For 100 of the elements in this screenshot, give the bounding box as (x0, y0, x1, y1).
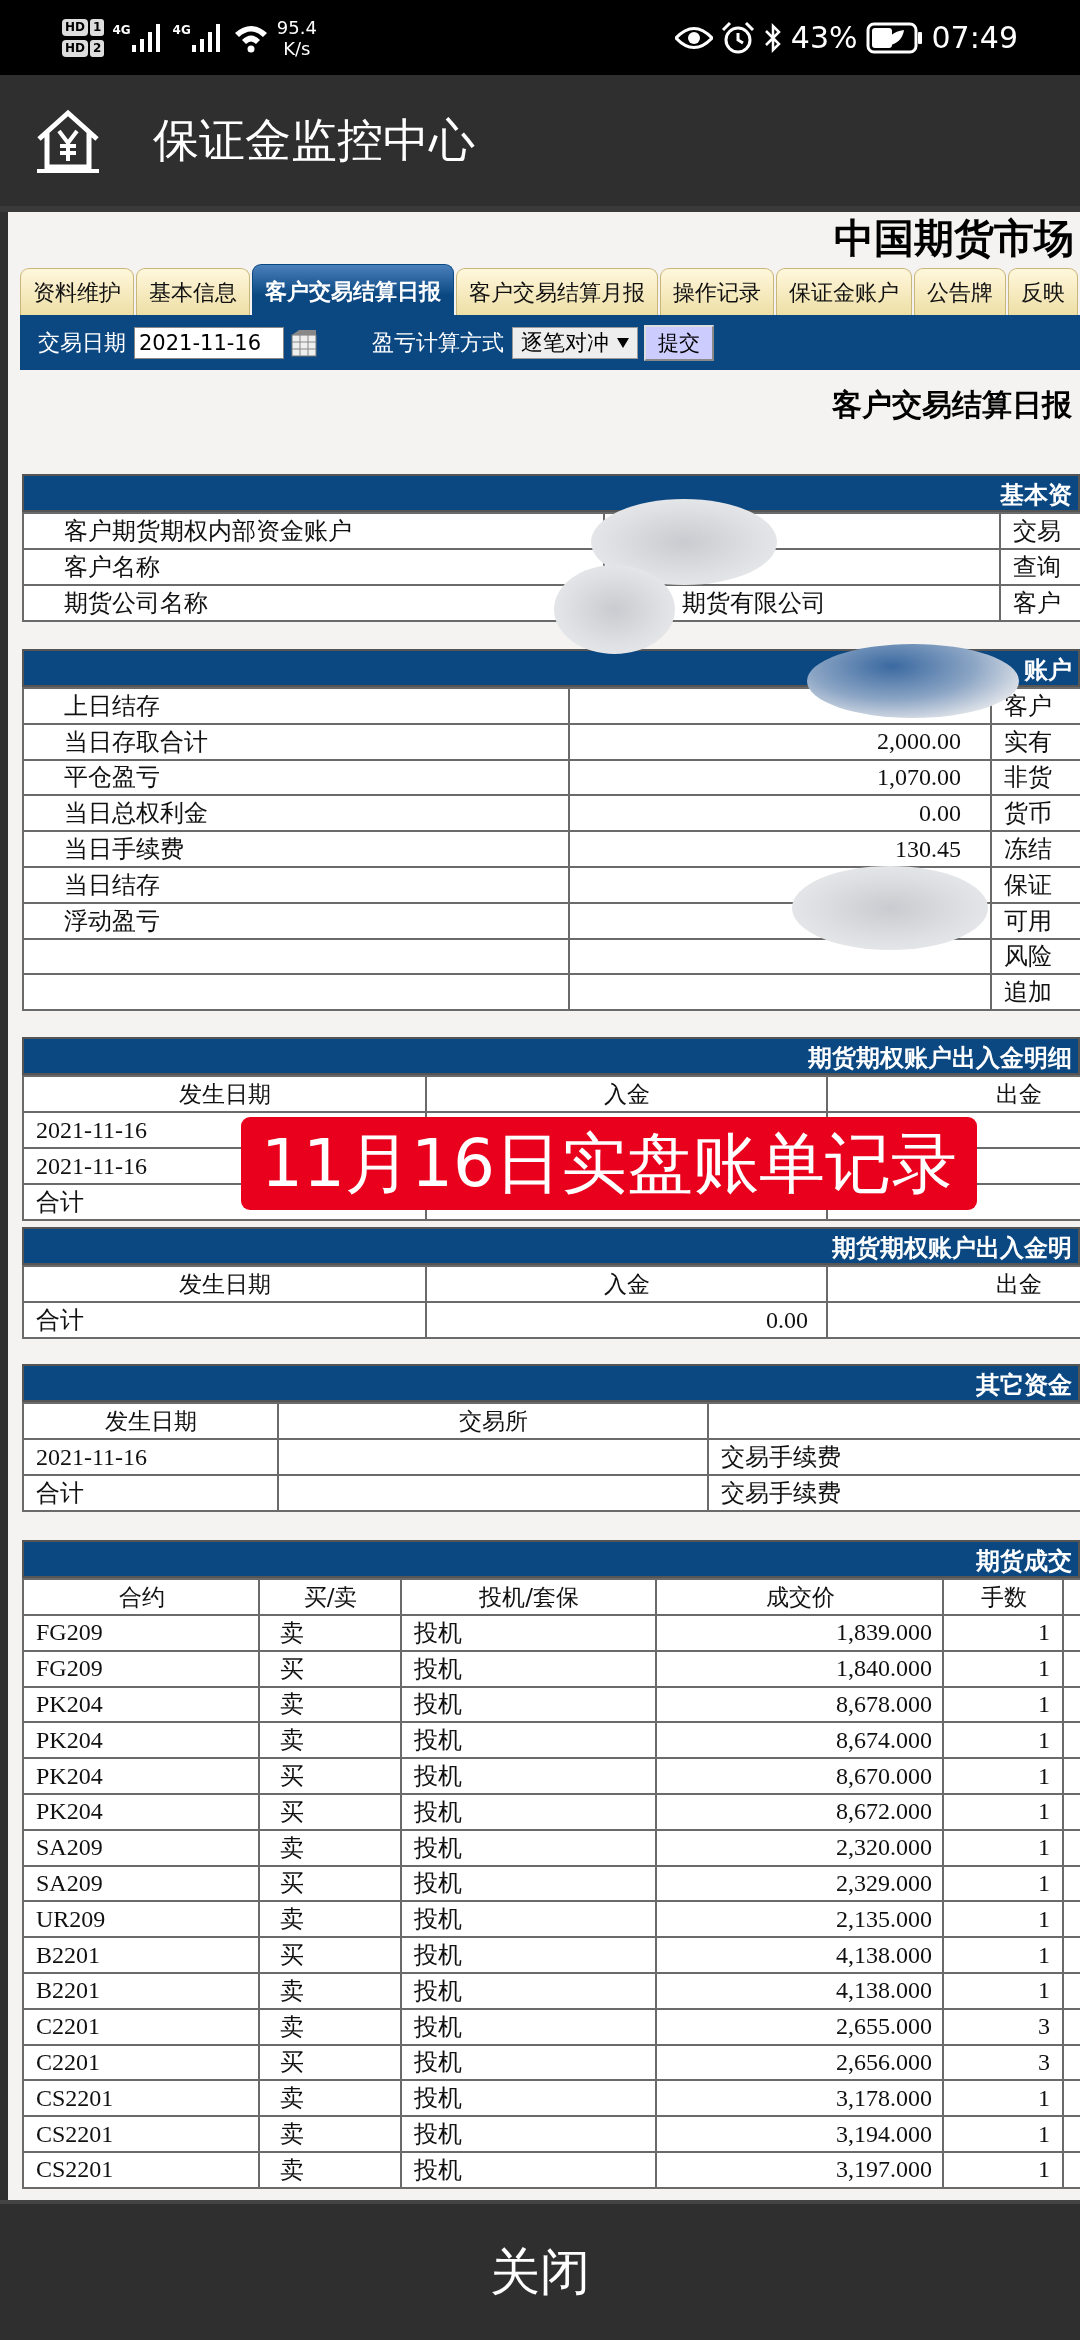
table-cell: 1 (943, 1865, 1063, 1902)
table-cell: 卖 (259, 2008, 401, 2045)
column-header: 投机/套保 (401, 1579, 656, 1615)
table-cell: CS2201 (23, 2151, 259, 2188)
table-cell: 卖 (259, 1614, 401, 1651)
column-header: 买/卖 (259, 1579, 401, 1615)
table-cell: 客户期货期权内部资金账户 (23, 513, 604, 549)
network-speed: 95.4 (276, 16, 317, 38)
table-cell: SA209 (23, 1865, 259, 1902)
table-cell: 投机 (401, 1722, 656, 1759)
tab[interactable]: 反映 (1008, 268, 1078, 315)
table-cell: 交易 (1000, 513, 1080, 549)
table-cell: 1 (943, 2116, 1063, 2152)
table-cell: 1 (943, 1901, 1063, 1938)
table-cell: 买 (259, 2044, 401, 2081)
table-cell: 0.00 (426, 1302, 827, 1339)
table-cell: 1 (943, 1758, 1063, 1794)
table-cell: 130.45 (569, 831, 991, 867)
column-header: 发生日期 (23, 1403, 278, 1440)
table-cell: 浮动盈亏 (23, 902, 569, 939)
table-cell: 2021-11-16 (23, 1439, 278, 1476)
submit-button[interactable]: 提交 (644, 324, 714, 361)
column-header: 交易所 (278, 1403, 708, 1440)
table-cell: PK204 (23, 1722, 259, 1759)
speed-unit: K/s (283, 37, 311, 59)
network-label: 4G (172, 22, 191, 37)
table-cell: 投机 (401, 2080, 656, 2117)
bluetooth-icon (762, 21, 783, 54)
table-cell: 卖 (259, 1829, 401, 1866)
table-cell: 合计 (23, 1302, 426, 1339)
app-title: 保证金监控中心 (153, 111, 475, 169)
table-cell: 合计 (23, 1475, 278, 1512)
table-cell: 0.00 (569, 795, 991, 832)
date-field[interactable]: 2021-11-16 (134, 326, 284, 359)
table-cell: 卖 (259, 2116, 401, 2152)
tab[interactable]: 客户交易结算日报 (252, 264, 454, 315)
table-cell: 投机 (401, 2008, 656, 2045)
table-cell: 上日结存 (23, 688, 569, 724)
table-cell: 2,135.000 (656, 1901, 943, 1938)
calendar-icon (291, 328, 317, 357)
table-cell: 买 (259, 1650, 401, 1687)
table-cell: 2,320.000 (656, 1829, 943, 1866)
tab[interactable]: 公告牌 (914, 268, 1006, 315)
table-cell: SA209 (23, 1829, 259, 1866)
house-yen-icon (35, 108, 101, 173)
table-cell: 卖 (259, 1972, 401, 2009)
table-cell: B2201 (23, 1937, 259, 1973)
column-header: 入金 (426, 1076, 827, 1113)
sim-label: HD (62, 39, 88, 57)
table-cell: PK204 (23, 1793, 259, 1830)
table-cell: 1 (943, 1937, 1063, 1973)
section-header: 期货期权账户出入金明细 (22, 1037, 1080, 1076)
table-cell: 8,672.000 (656, 1793, 943, 1830)
table-cell: PK204 (23, 1758, 259, 1794)
table-cell: 2,655.000 (656, 2008, 943, 2045)
table-cell: 当日结存 (23, 867, 569, 903)
table-cell: 平仓盈亏 (23, 759, 569, 796)
table-cell: 投机 (401, 1865, 656, 1902)
table-cell: 1,839.000 (656, 1614, 943, 1651)
sim-slot: 2 (90, 39, 105, 57)
report-title: 客户交易结算日报 (831, 386, 1073, 424)
table-cell: 当日手续费 (23, 831, 569, 867)
table-cell: 投机 (401, 1972, 656, 2009)
method-label: 盈亏计算方式 (372, 328, 504, 357)
table-cell: 投机 (401, 1937, 656, 1973)
table-cell: 投机 (401, 1901, 656, 1938)
method-dropdown[interactable]: 逐笔对冲 (512, 326, 638, 359)
table-cell: 投机 (401, 1793, 656, 1830)
table-cell: 卖 (259, 2151, 401, 2188)
table-cell: 2,329.000 (656, 1865, 943, 1902)
table-cell: 当日存取合计 (23, 723, 569, 760)
table-cell: 8,678.000 (656, 1686, 943, 1723)
section-header: 其它资金 (22, 1364, 1080, 1403)
table-cell: PK204 (23, 1686, 259, 1723)
caption-banner: 11月16日实盘账单记录 (241, 1117, 977, 1210)
table-cell: FG209 (23, 1614, 259, 1651)
tab[interactable]: 保证金账户 (776, 268, 912, 315)
table-cell: FG209 (23, 1650, 259, 1687)
column-header: 出金 (827, 1076, 1080, 1113)
table-cell: 8,670.000 (656, 1758, 943, 1794)
column-header: 入金 (426, 1266, 827, 1303)
section-header: 期货成交 (22, 1540, 1080, 1579)
table-cell: 1,070.00 (569, 759, 991, 796)
site-title: 中国期货市场 (833, 214, 1075, 263)
table-cell: 4,138.000 (656, 1937, 943, 1973)
tab[interactable]: 客户交易结算月报 (456, 268, 658, 315)
table-cell: 买 (259, 1937, 401, 1973)
table-cell: 卖 (259, 1722, 401, 1759)
table-cell: 投机 (401, 1650, 656, 1687)
tab[interactable]: 资料维护 (20, 268, 134, 315)
tab[interactable]: 基本信息 (136, 268, 250, 315)
table-cell: 买 (259, 1865, 401, 1902)
column-header: 发生日期 (23, 1266, 426, 1303)
clock: 07:49 (931, 20, 1018, 55)
table-cell: 3,194.000 (656, 2116, 943, 2152)
table-cell: 1 (943, 1972, 1063, 2009)
section-header: 基本资 (22, 474, 1080, 512)
tab[interactable]: 操作记录 (660, 268, 774, 315)
table-cell: 卖 (259, 2080, 401, 2117)
table-cell: 2,000.00 (569, 723, 991, 760)
